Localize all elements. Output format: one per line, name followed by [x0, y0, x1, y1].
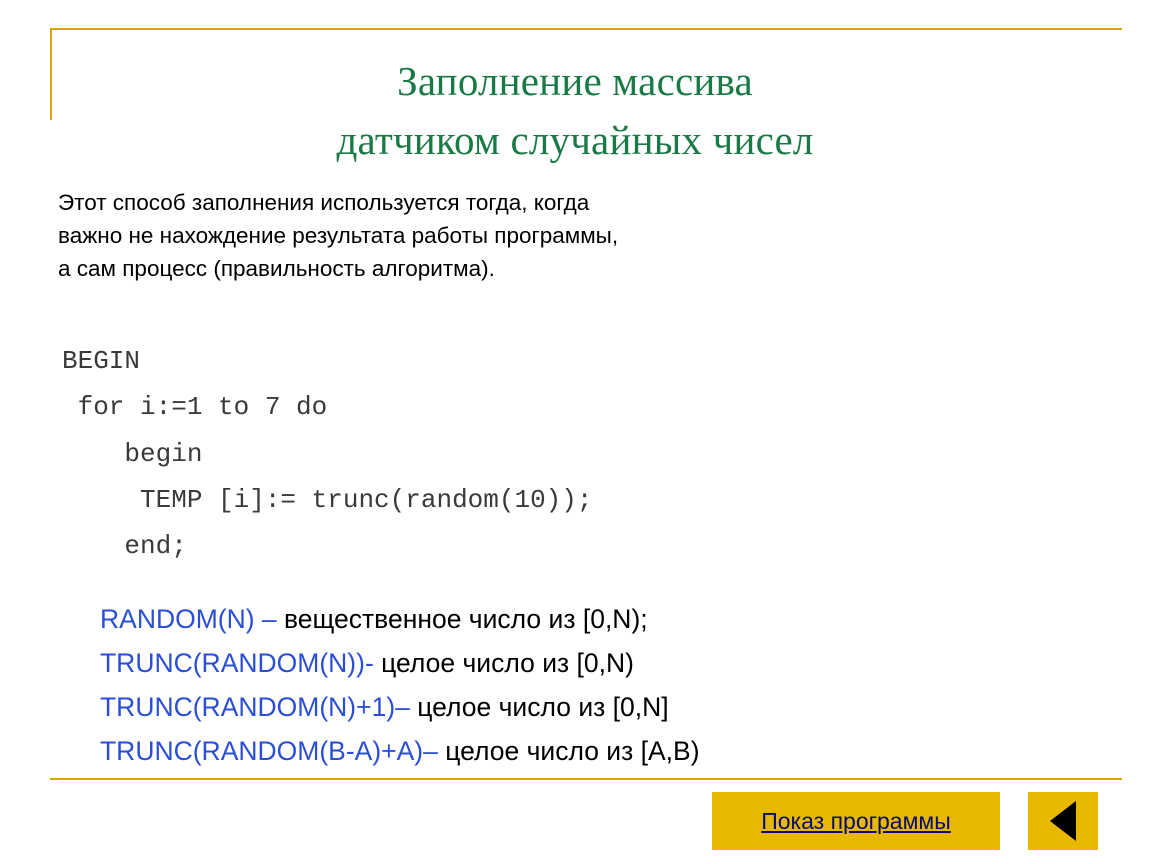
intro-line-1: Этот способ заполнения используется тогд…: [58, 190, 590, 215]
legend-description: целое число из [0,N]: [417, 691, 669, 722]
legend-signature: TRUNC(RANDOM(N)+1)–: [100, 691, 418, 722]
legend-signature: TRUNC(RANDOM(B-A)+A)–: [100, 735, 446, 766]
page-title: Заполнение массива датчиком случайных чи…: [60, 52, 1090, 171]
intro-paragraph: Этот способ заполнения используется тогд…: [58, 186, 758, 285]
frame-top-divider: [50, 28, 1122, 30]
page-title-line-2: датчиком случайных чисел: [336, 117, 814, 164]
legend-row: TRUNC(RANDOM(N)+1)– целое число из [0,N]: [100, 686, 700, 730]
intro-line-3: а сам процесс (правильность алгоритма).: [58, 256, 495, 282]
legend-description: целое число из [A,B): [445, 735, 700, 766]
legend-signature: RANDOM(N) –: [100, 604, 285, 634]
frame-bottom-divider: [50, 778, 1122, 780]
legend-description: целое число из [0,N): [381, 647, 634, 678]
show-program-label: Показ программы: [761, 807, 951, 834]
function-legend: RANDOM(N) – вещественное число из [0,N);…: [100, 598, 700, 774]
legend-description: вещественное число из [0,N);: [284, 604, 648, 634]
back-triangle-icon: [1050, 801, 1076, 841]
show-program-button[interactable]: Показ программы: [712, 792, 1000, 850]
back-button[interactable]: [1028, 792, 1098, 850]
legend-row: RANDOM(N) – вещественное число из [0,N);: [100, 598, 700, 642]
frame-left-divider: [50, 28, 52, 120]
legend-row: TRUNC(RANDOM(B-A)+A)– целое число из [A,…: [100, 730, 700, 774]
intro-line-2: важно не нахождение результата работы пр…: [58, 223, 619, 249]
legend-row: TRUNC(RANDOM(N))- целое число из [0,N): [100, 642, 700, 686]
code-block: BEGIN for i:=1 to 7 do begin TEMP [i]:= …: [62, 346, 593, 562]
page-title-line-1: Заполнение массива: [397, 58, 753, 104]
legend-signature: TRUNC(RANDOM(N))-: [100, 647, 382, 678]
